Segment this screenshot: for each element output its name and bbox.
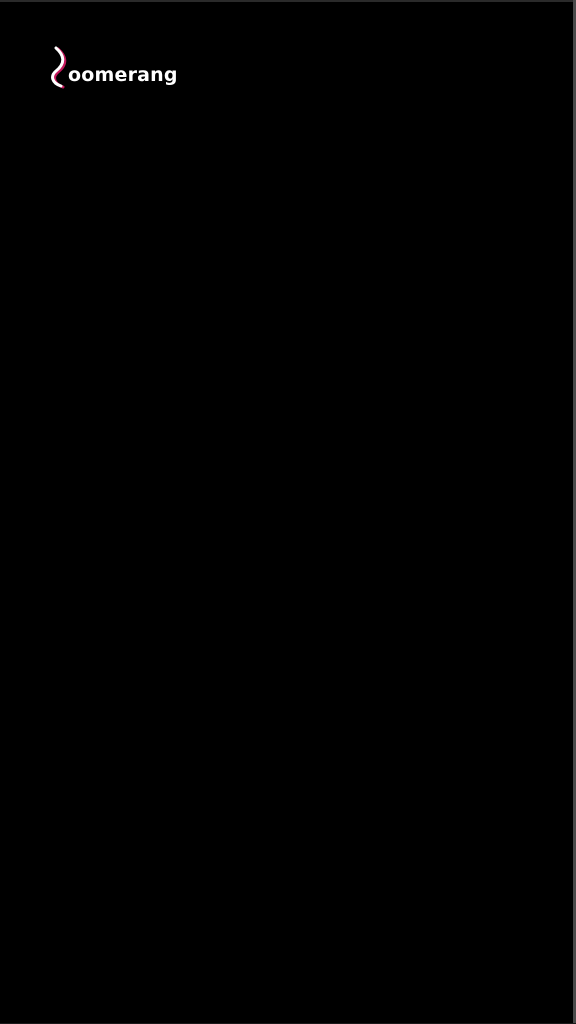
boomerang-swoosh-icon bbox=[50, 46, 70, 90]
boomerang-logo: oomerang bbox=[50, 44, 178, 90]
top-edge-divider bbox=[0, 0, 576, 2]
brand-wordmark: oomerang bbox=[68, 64, 178, 86]
splash-screen: oomerang bbox=[0, 0, 576, 1024]
